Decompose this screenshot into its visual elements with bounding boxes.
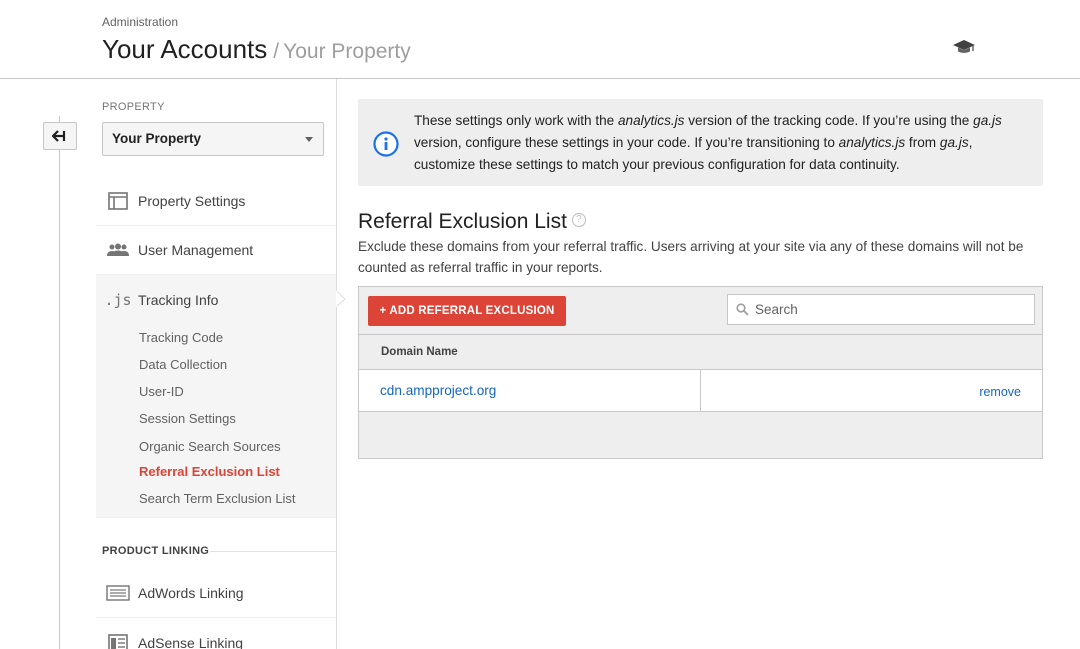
search-input[interactable]: Search xyxy=(727,294,1035,325)
sidebar-item-adsense-linking[interactable]: AdSense Linking xyxy=(96,618,336,649)
back-button[interactable] xyxy=(43,122,77,150)
remove-link[interactable]: remove xyxy=(979,385,1021,399)
property-select-value: Your Property xyxy=(112,131,202,146)
chevron-down-icon xyxy=(305,137,313,142)
property-sidebar: PROPERTY Your Property Property Settings… xyxy=(96,79,337,649)
sidebar-item-tracking-info[interactable]: .js Tracking Info xyxy=(96,275,336,324)
graduation-cap-icon[interactable] xyxy=(952,39,976,55)
sidebar-item-label: AdWords Linking xyxy=(138,585,244,601)
property-select[interactable]: Your Property xyxy=(102,122,324,156)
sidebar-item-adwords-linking[interactable]: AdWords Linking xyxy=(96,569,336,618)
sidebar-item-label: Tracking Info xyxy=(138,291,219,308)
sidebar-subitem-session-settings[interactable]: Session Settings xyxy=(139,411,236,426)
sidebar-subitem-user-id[interactable]: User-ID xyxy=(139,384,184,399)
page-header: Administration Your Accounts / Your Proper… xyxy=(0,0,1080,79)
section-description: Exclude these domains from your referral… xyxy=(358,239,1024,275)
title-separator: / xyxy=(273,40,280,63)
column-header-domain: Domain Name xyxy=(359,334,1042,370)
sidebar-subitem-tracking-code[interactable]: Tracking Code xyxy=(139,330,223,345)
exclusion-table-panel: + ADD REFERRAL EXCLUSION Search Domain N… xyxy=(358,286,1043,459)
sidebar-item-property-settings[interactable]: Property Settings xyxy=(96,177,336,226)
sidebar-subitem-search-term-exclusion-list[interactable]: Search Term Exclusion List xyxy=(139,491,296,506)
property-title[interactable]: Your Property xyxy=(283,40,411,63)
divider xyxy=(210,551,336,552)
sidebar-item-label: AdSense Linking xyxy=(138,634,244,649)
add-referral-exclusion-button[interactable]: + ADD REFERRAL EXCLUSION xyxy=(368,296,566,326)
sidebar-subitem-referral-exclusion-list[interactable]: Referral Exclusion List xyxy=(139,464,280,479)
js-icon: .js xyxy=(104,290,132,309)
domain-link[interactable]: cdn.ampproject.org xyxy=(359,370,701,412)
section-heading: Referral Exclusion List? xyxy=(358,210,586,234)
layout-icon xyxy=(96,192,138,210)
sidebar-subitem-data-collection[interactable]: Data Collection xyxy=(139,357,227,372)
breadcrumb[interactable]: Administration xyxy=(102,15,178,29)
sidebar-subitem-organic-search-sources[interactable]: Organic Search Sources xyxy=(139,439,281,454)
product-linking-heading: PRODUCT LINKING xyxy=(102,545,210,557)
sidebar-item-user-management[interactable]: User Management xyxy=(96,226,336,275)
search-placeholder: Search xyxy=(755,302,798,317)
help-icon[interactable]: ? xyxy=(571,213,586,228)
search-icon xyxy=(736,303,749,316)
users-icon xyxy=(96,243,138,257)
active-pointer xyxy=(336,291,346,307)
back-arrow-icon xyxy=(52,130,66,142)
page-title: Your Accounts / Your Property xyxy=(102,34,411,65)
adsense-icon xyxy=(96,633,138,649)
sidebar-item-label: User Management xyxy=(138,242,254,258)
sidebar-item-label: Property Settings xyxy=(138,193,246,209)
info-icon xyxy=(373,131,399,157)
info-text: These settings only work with the analyt… xyxy=(414,113,1002,172)
account-title[interactable]: Your Accounts xyxy=(102,34,267,64)
nav-rail xyxy=(59,116,60,649)
adwords-icon xyxy=(96,585,138,601)
table-row: cdn.ampproject.org remove xyxy=(359,370,1042,412)
info-banner: These settings only work with the analyt… xyxy=(358,99,1043,186)
property-label: PROPERTY xyxy=(102,101,165,113)
